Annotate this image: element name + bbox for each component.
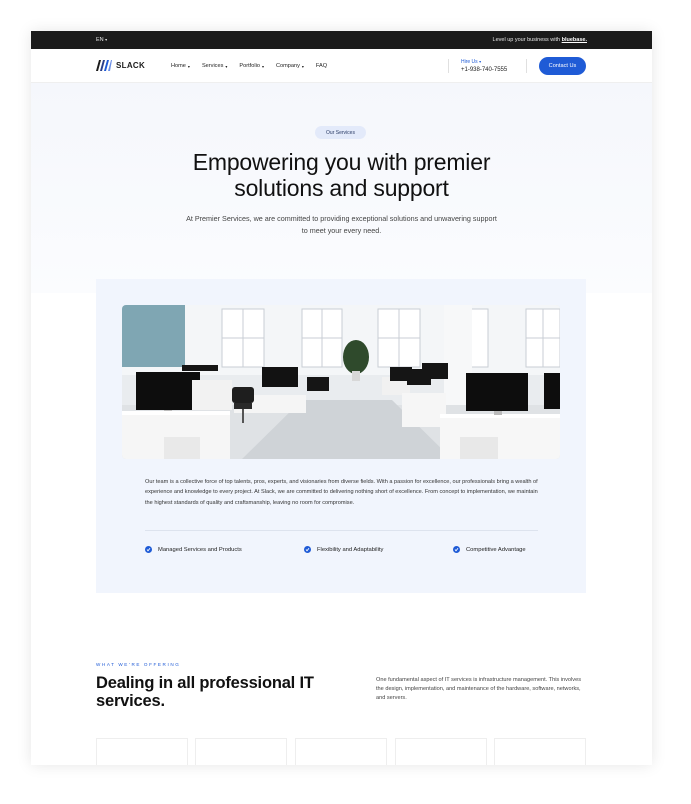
hero-title: Empowering you with premier solutions an… bbox=[192, 149, 491, 201]
nav-item-label: Portfolio bbox=[239, 63, 260, 69]
header-divider bbox=[526, 59, 527, 73]
page-frame: EN ▾ Level up your business with bluebas… bbox=[31, 31, 652, 765]
check-circle-icon bbox=[304, 546, 311, 553]
check-circle-icon bbox=[145, 546, 152, 553]
section-description: One fundamental aspect of IT services is… bbox=[376, 677, 581, 701]
section-pill: Our Services bbox=[315, 126, 366, 139]
hero-subtitle: At Premier Services, we are committed to… bbox=[186, 214, 497, 235]
logo-icon bbox=[96, 60, 112, 71]
promo-text: Level up your business with bluebase. bbox=[493, 37, 587, 43]
chevron-down-icon: ▾ bbox=[261, 63, 264, 69]
main-nav: Home ▾ Services ▾ Portfolio ▾ Company ▾ … bbox=[171, 63, 327, 69]
logo[interactable]: SLACK bbox=[96, 60, 145, 71]
feature-item: Competitive Advantage bbox=[453, 546, 526, 553]
top-bar: EN ▾ Level up your business with bluebas… bbox=[31, 31, 652, 49]
feature-item: Managed Services and Products bbox=[145, 546, 242, 553]
services-card: Our team is a collective force of top ta… bbox=[96, 279, 586, 593]
nav-item-services[interactable]: Services ▾ bbox=[202, 63, 227, 69]
hire-label: Hire Us ▾ bbox=[461, 59, 482, 65]
service-card[interactable] bbox=[96, 738, 188, 765]
hire-us[interactable]: Hire Us ▾ +1-938-740-7555 bbox=[461, 59, 507, 73]
language-selector[interactable]: EN ▾ bbox=[96, 37, 107, 43]
section-eyebrow: WHAT WE'RE OFFERING bbox=[96, 662, 181, 667]
nav-item-label: FAQ bbox=[315, 63, 328, 69]
check-circle-icon bbox=[453, 546, 460, 553]
feature-label: Flexibility and Adaptability bbox=[317, 546, 384, 553]
nav-item-label: Company bbox=[275, 63, 300, 69]
hero-section: Our Services Empowering you with premier… bbox=[31, 83, 652, 293]
logo-text: SLACK bbox=[116, 61, 146, 70]
promo-link[interactable]: bluebase. bbox=[562, 37, 587, 43]
feature-label: Competitive Advantage bbox=[466, 546, 526, 553]
service-card[interactable] bbox=[395, 738, 487, 765]
contact-us-button[interactable]: Contact Us bbox=[539, 57, 586, 75]
chevron-down-icon: ▾ bbox=[187, 63, 190, 69]
chevron-down-icon: ▾ bbox=[479, 59, 482, 64]
nav-item-portfolio[interactable]: Portfolio ▾ bbox=[239, 63, 264, 69]
site-header: SLACK Home ▾ Services ▾ Portfolio ▾ Comp… bbox=[31, 49, 652, 83]
hire-phone[interactable]: +1-938-740-7555 bbox=[461, 67, 507, 73]
feature-label: Managed Services and Products bbox=[158, 546, 242, 553]
service-card[interactable] bbox=[295, 738, 387, 765]
service-card[interactable] bbox=[494, 738, 586, 765]
promo-label: Level up your business with bbox=[492, 37, 561, 43]
section-title: Dealing in all professional IT services. bbox=[96, 674, 314, 710]
chevron-down-icon: ▾ bbox=[225, 63, 228, 69]
card-description: Our team is a collective force of top ta… bbox=[145, 479, 538, 506]
nav-item-company[interactable]: Company ▾ bbox=[276, 63, 304, 69]
nav-item-label: Home bbox=[171, 63, 186, 69]
nav-item-label: Services bbox=[201, 63, 224, 69]
nav-item-faq[interactable]: FAQ bbox=[316, 63, 327, 69]
nav-item-home[interactable]: Home ▾ bbox=[171, 63, 190, 69]
chevron-down-icon: ▾ bbox=[301, 63, 304, 69]
feature-item: Flexibility and Adaptability bbox=[304, 546, 383, 553]
service-card[interactable] bbox=[195, 738, 287, 765]
office-image bbox=[122, 305, 560, 459]
divider bbox=[145, 530, 538, 531]
chevron-down-icon: ▾ bbox=[105, 37, 108, 42]
header-divider bbox=[448, 59, 449, 73]
language-label: EN bbox=[96, 37, 104, 43]
feature-list: Managed Services and Products Flexibilit… bbox=[145, 546, 545, 556]
